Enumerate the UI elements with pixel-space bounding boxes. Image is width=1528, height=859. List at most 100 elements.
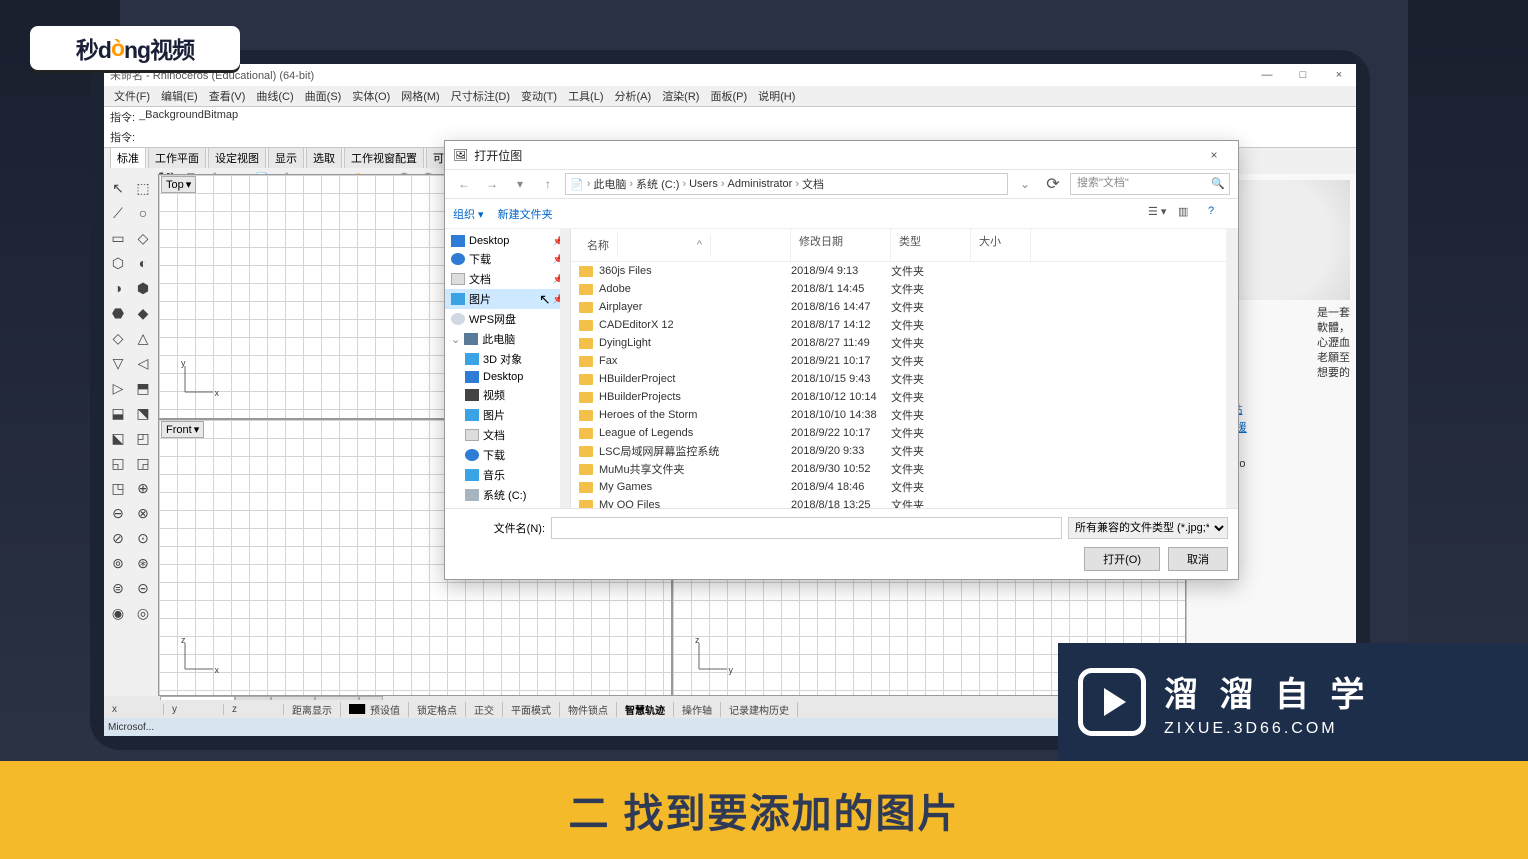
tool-button[interactable]: ▭ <box>106 226 130 250</box>
tool-button[interactable]: ⊗ <box>131 501 155 525</box>
file-row[interactable]: CADEditorX 122018/8/17 14:12文件夹 <box>571 316 1238 334</box>
organize-button[interactable]: 组织 ▾ <box>453 206 484 222</box>
file-row[interactable]: Adobe2018/8/1 14:45文件夹 <box>571 280 1238 298</box>
status-item[interactable]: 智慧轨迹 <box>617 702 674 717</box>
tree-node[interactable]: 音乐 <box>445 465 570 485</box>
tool-tab[interactable]: 标准 <box>110 147 146 168</box>
close-button[interactable]: × <box>1322 64 1356 86</box>
menu-item[interactable]: 曲面(S) <box>301 88 346 104</box>
file-row[interactable]: DyingLight2018/8/27 11:49文件夹 <box>571 334 1238 352</box>
tree-node[interactable]: Desktop <box>445 369 570 385</box>
tool-tab[interactable]: 显示 <box>268 147 304 168</box>
tool-button[interactable]: ⊝ <box>131 576 155 600</box>
tree-scrollbar[interactable] <box>560 229 570 508</box>
tool-button[interactable]: ◇ <box>106 326 130 350</box>
tree-node[interactable]: 下载📌 <box>445 249 570 269</box>
file-row[interactable]: League of Legends2018/9/22 10:17文件夹 <box>571 424 1238 442</box>
tool-button[interactable]: ⬓ <box>106 401 130 425</box>
file-row[interactable]: HBuilderProjects2018/10/12 10:14文件夹 <box>571 388 1238 406</box>
tree-node[interactable]: WPS网盘 <box>445 309 570 329</box>
tool-button[interactable]: ▽ <box>106 351 130 375</box>
min-button[interactable]: — <box>1250 64 1284 86</box>
menu-item[interactable]: 查看(V) <box>205 88 250 104</box>
dlg-close-button[interactable]: × <box>1198 144 1230 166</box>
menu-item[interactable]: 文件(F) <box>110 88 154 104</box>
filelist-scrollbar[interactable] <box>1226 229 1238 508</box>
menu-item[interactable]: 变动(T) <box>517 88 561 104</box>
tool-button[interactable]: ◑ <box>106 276 130 300</box>
tool-button[interactable]: ↖ <box>106 176 130 200</box>
tool-button[interactable]: ⬢ <box>131 276 155 300</box>
preview-pane-button[interactable]: ▥ <box>1178 205 1200 223</box>
tool-button[interactable]: ⬣ <box>106 301 130 325</box>
tool-button[interactable]: △ <box>131 326 155 350</box>
tree-node[interactable]: 系统 (C:) <box>445 485 570 505</box>
tool-button[interactable]: ◐ <box>131 251 155 275</box>
file-row[interactable]: My QQ Files2018/8/18 13:25文件夹 <box>571 496 1238 508</box>
recent-dropdown[interactable]: ▾ <box>509 173 531 195</box>
back-button[interactable]: ← <box>453 173 475 195</box>
tool-button[interactable]: ○ <box>131 201 155 225</box>
crumb-item[interactable]: 文档 <box>802 176 824 192</box>
filename-input[interactable] <box>551 517 1062 539</box>
refresh-button[interactable]: ⟳ <box>1042 173 1064 195</box>
tree-node[interactable]: 文档📌 <box>445 269 570 289</box>
tool-button[interactable]: ◱ <box>106 451 130 475</box>
cancel-button[interactable]: 取消 <box>1168 547 1228 571</box>
status-item[interactable]: 预设值 <box>341 702 409 717</box>
status-item[interactable]: 锁定格点 <box>409 702 466 717</box>
col-date[interactable]: 修改日期 <box>791 229 891 261</box>
status-item[interactable]: 平面模式 <box>503 702 560 717</box>
open-button[interactable]: 打开(O) <box>1084 547 1160 571</box>
status-item[interactable]: 物件锁点 <box>560 702 617 717</box>
tool-tab[interactable]: 工作视窗配置 <box>344 147 424 168</box>
tool-button[interactable]: ◆ <box>131 301 155 325</box>
tool-button[interactable]: ⟋ <box>106 201 130 225</box>
col-name[interactable]: 名称 ^ <box>571 229 791 261</box>
max-button[interactable]: □ <box>1286 64 1320 86</box>
tree-node[interactable]: 图片📌 <box>445 289 570 309</box>
file-row[interactable]: HBuilderProject2018/10/15 9:43文件夹 <box>571 370 1238 388</box>
crumb-item[interactable]: Users <box>689 178 718 190</box>
tool-button[interactable]: ⬒ <box>131 376 155 400</box>
crumb-item[interactable]: 此电脑 <box>593 176 626 192</box>
tool-button[interactable]: ⊜ <box>106 576 130 600</box>
tree-node[interactable]: 视频 <box>445 385 570 405</box>
tool-button[interactable]: ⊖ <box>106 501 130 525</box>
tree-node[interactable]: 图片 <box>445 405 570 425</box>
file-row[interactable]: My Games2018/9/4 18:46文件夹 <box>571 478 1238 496</box>
menu-item[interactable]: 尺寸标注(D) <box>447 88 514 104</box>
crumb-item[interactable]: 系统 (C:) <box>636 176 679 192</box>
menu-item[interactable]: 实体(O) <box>348 88 394 104</box>
vp-label-top[interactable]: Top▾ <box>161 176 196 193</box>
tool-button[interactable]: ⊛ <box>131 551 155 575</box>
tool-tab[interactable]: 工作平面 <box>148 147 206 168</box>
menu-item[interactable]: 分析(A) <box>611 88 656 104</box>
tool-button[interactable]: ◁ <box>131 351 155 375</box>
menu-item[interactable]: 工具(L) <box>564 88 607 104</box>
tool-button[interactable]: ◎ <box>131 601 155 625</box>
menu-item[interactable]: 说明(H) <box>754 88 799 104</box>
tool-button[interactable]: ⬡ <box>106 251 130 275</box>
file-row[interactable]: Heroes of the Storm2018/10/10 14:38文件夹 <box>571 406 1238 424</box>
menu-item[interactable]: 渲染(R) <box>658 88 703 104</box>
tool-button[interactable]: ⬚ <box>131 176 155 200</box>
new-folder-button[interactable]: 新建文件夹 <box>498 206 553 222</box>
file-row[interactable]: MuMu共享文件夹2018/9/30 10:52文件夹 <box>571 460 1238 478</box>
status-item[interactable]: 操作轴 <box>674 702 721 717</box>
tool-button[interactable]: ⊘ <box>106 526 130 550</box>
crumb-item[interactable]: Administrator <box>728 178 793 190</box>
vp-label-front[interactable]: Front▾ <box>161 421 204 438</box>
tree-node[interactable]: Desktop📌 <box>445 233 570 249</box>
taskbar-item[interactable]: Microsof... <box>108 722 154 733</box>
status-item[interactable]: 正交 <box>466 702 503 717</box>
breadcrumb[interactable]: 📄 ›此电脑›系统 (C:)›Users›Administrator›文档 <box>565 173 1008 195</box>
col-size[interactable]: 大小 <box>971 229 1031 261</box>
menu-item[interactable]: 编辑(E) <box>157 88 202 104</box>
file-row[interactable]: Fax2018/9/21 10:17文件夹 <box>571 352 1238 370</box>
menu-item[interactable]: 面板(P) <box>706 88 751 104</box>
tree-node[interactable]: ⌄此电脑 <box>445 329 570 349</box>
tool-button[interactable]: ⬕ <box>106 426 130 450</box>
file-row[interactable]: LSC局域网屏幕监控系统2018/9/20 9:33文件夹 <box>571 442 1238 460</box>
tool-tab[interactable]: 设定视图 <box>208 147 266 168</box>
